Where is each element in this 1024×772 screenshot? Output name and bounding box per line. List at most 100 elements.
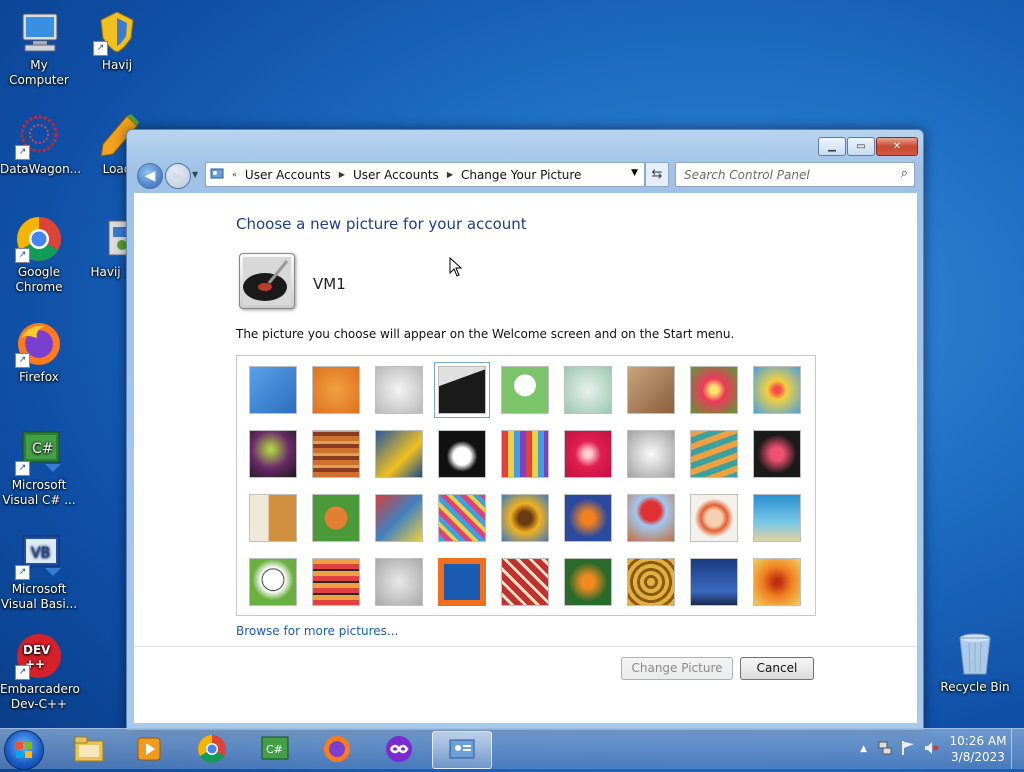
navigation-bar: ◀ ▶ ▼ « User Accounts ▶ User Accounts ▶ … (135, 162, 917, 190)
address-dropdown-icon[interactable]: ▼ (631, 168, 638, 178)
shortcut-arrow-icon: ↗ (15, 145, 30, 160)
picture-tile-gyroscope[interactable] (564, 366, 612, 414)
picture-tile-lighthouse[interactable] (690, 558, 738, 606)
picture-tile-spiral[interactable] (627, 558, 675, 606)
desktop-icon-visual-csharp[interactable]: C# ↗ Microsoft Visual C# ... (0, 428, 78, 508)
breadcrumb-item[interactable]: User Accounts (353, 168, 439, 182)
desktop-icon-firefox[interactable]: ↗ Firefox (0, 320, 78, 385)
picture-tile-crayons[interactable] (501, 430, 549, 478)
shortcut-arrow-icon: ↗ (15, 248, 30, 263)
volume-muted-icon[interactable] (923, 740, 939, 759)
breadcrumb-item[interactable]: User Accounts (245, 168, 331, 182)
shortcut-arrow-icon: ↗ (15, 461, 30, 476)
picture-tile-hot-air-balloon[interactable] (627, 494, 675, 542)
forward-button[interactable]: ▶ (165, 163, 191, 189)
current-user-picture (239, 253, 295, 309)
picture-tile-rollercoaster[interactable] (249, 366, 297, 414)
visual-basic-icon: VB ↗ (15, 532, 63, 580)
picture-tile-rug[interactable] (501, 558, 549, 606)
clock-date: 3/8/2023 (951, 750, 1005, 764)
taskbar-media-player[interactable] (122, 731, 176, 767)
picture-tile-marbles[interactable] (375, 558, 423, 606)
desktop-icon-my-computer[interactable]: My Computer (0, 8, 78, 88)
picture-tile-sunflower[interactable] (501, 494, 549, 542)
picture-tile-paper-star[interactable] (564, 430, 612, 478)
breadcrumb-separator-icon[interactable]: ▶ (339, 170, 345, 179)
picture-tile-guitar[interactable] (249, 494, 297, 542)
picture-tile-starfish[interactable] (312, 366, 360, 414)
picture-tile-tin-robot[interactable] (375, 494, 423, 542)
picture-tile-pomeranian[interactable] (312, 494, 360, 542)
firefox-icon: ↗ (15, 320, 63, 368)
picture-tile-fish[interactable] (564, 494, 612, 542)
cancel-button[interactable]: Cancel (740, 657, 814, 680)
svg-text:C#: C# (32, 441, 54, 457)
start-button[interactable] (4, 730, 44, 770)
picture-tile-lucky-cat[interactable] (501, 366, 549, 414)
minimize-button[interactable]: ▁ (818, 137, 846, 156)
picture-tile-robot-dog[interactable] (375, 366, 423, 414)
address-bar[interactable]: « User Accounts ▶ User Accounts ▶ Change… (205, 162, 645, 187)
picture-tile-fabric[interactable] (312, 430, 360, 478)
close-button[interactable]: ✕ (876, 137, 918, 156)
desktop-icon-dev-cpp[interactable]: DEV ++ ↗ Embarcadero Dev-C++ (0, 632, 80, 712)
change-picture-button[interactable]: Change Picture (621, 657, 733, 680)
picture-tile-jacks[interactable] (627, 430, 675, 478)
taskbar-visual-csharp[interactable]: C# (248, 731, 302, 767)
divider (134, 646, 917, 647)
datawagon-icon: ↗ (15, 112, 63, 160)
network-icon[interactable] (877, 740, 893, 759)
picture-tile-leaf[interactable] (375, 430, 423, 478)
picture-tile-border-collie[interactable] (438, 430, 486, 478)
desktop-icon-label: Microsoft Visual C# ... (2, 478, 76, 507)
back-button[interactable]: ◀ (137, 163, 163, 189)
recent-pages-dropdown[interactable]: ▼ (192, 170, 198, 179)
picture-tile-ferris-wheel[interactable] (753, 366, 801, 414)
picture-tile-butterfly[interactable] (564, 558, 612, 606)
picture-tile-kitten[interactable] (627, 366, 675, 414)
desktop-icon-havij[interactable]: ↗ Havij (78, 8, 156, 73)
taskbar-explorer[interactable] (62, 731, 116, 767)
clock[interactable]: 10:26 AM 3/8/2023 (945, 733, 1011, 765)
picture-tile-doll[interactable] (690, 494, 738, 542)
picture-tile-origami-crane[interactable] (753, 430, 801, 478)
desktop-icon-label: DataWagon... (0, 162, 82, 176)
picture-tile-sailboat[interactable] (753, 494, 801, 542)
desktop-icon-visual-basic[interactable]: VB ↗ Microsoft Visual Basi... (0, 532, 78, 612)
search-input[interactable]: Search Control Panel ⌕ (675, 162, 915, 187)
picture-tile-scarves[interactable] (438, 494, 486, 542)
taskbar-chrome[interactable] (185, 731, 239, 767)
user-name: VM1 (313, 275, 346, 293)
picture-tile-orange-flower[interactable] (753, 558, 801, 606)
desktop-icon-recycle-bin[interactable]: Recycle Bin (936, 630, 1014, 695)
picture-tile-soccer-ball[interactable] (249, 558, 297, 606)
taskbar-firefox[interactable] (310, 731, 364, 767)
show-desktop-button[interactable] (1011, 729, 1024, 769)
search-icon[interactable]: ⌕ (901, 166, 908, 181)
change-picture-window: ▁ ▭ ✕ ◀ ▶ ▼ « User Accounts ▶ User Accou… (126, 129, 924, 730)
content-pane: Choose a new picture for your account VM… (134, 193, 917, 723)
desktop-icon-google-chrome[interactable]: ↗ Google Chrome (0, 215, 78, 295)
taskbar-control-panel[interactable] (432, 731, 492, 769)
picture-grid (236, 355, 816, 616)
breadcrumb-item[interactable]: Change Your Picture (461, 168, 581, 182)
picture-tile-stairs[interactable] (690, 430, 738, 478)
dev-cpp-icon: DEV ++ ↗ (15, 632, 63, 680)
shortcut-arrow-icon: ↗ (93, 41, 108, 56)
refresh-button[interactable]: ⇆ (645, 162, 669, 187)
action-center-flag-icon[interactable] (901, 740, 915, 759)
breadcrumb-overflow-icon[interactable]: « (232, 170, 237, 179)
picture-description: The picture you choose will appear on th… (236, 327, 735, 341)
show-hidden-icons-icon[interactable]: ▲ (860, 744, 867, 754)
taskbar-vpn-app[interactable] (372, 731, 426, 767)
maximize-button[interactable]: ▭ (847, 137, 875, 156)
browse-more-pictures-link[interactable]: Browse for more pictures... (236, 624, 398, 638)
picture-tile-window[interactable] (438, 558, 486, 606)
picture-tile-pink-flower[interactable] (690, 366, 738, 414)
picture-tile-turntable[interactable] (434, 362, 490, 418)
breadcrumb-separator-icon[interactable]: ▶ (447, 170, 453, 179)
desktop-icon-datawagon[interactable]: ↗ DataWagon... (0, 112, 82, 177)
picture-tile-ball[interactable] (249, 430, 297, 478)
picture-tile-textiles[interactable] (312, 558, 360, 606)
page-title: Choose a new picture for your account (236, 215, 527, 233)
